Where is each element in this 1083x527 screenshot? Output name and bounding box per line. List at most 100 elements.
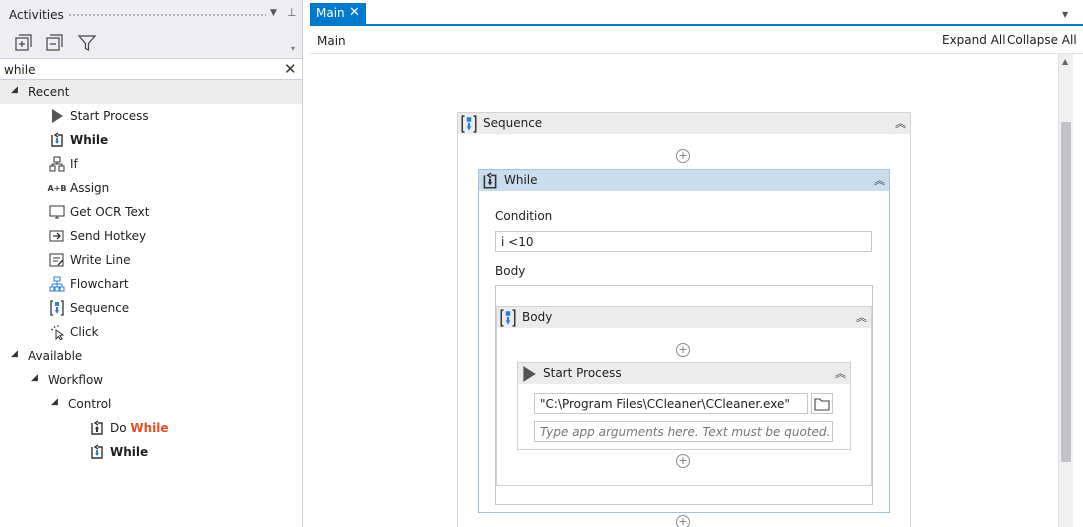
write-line-icon bbox=[48, 251, 66, 269]
activities-panel: Activities ▼ ⊥ ▾ ✕ ◢ Recent Start Proces… bbox=[0, 0, 303, 527]
tree-item-label: Flowchart bbox=[70, 277, 129, 291]
ocr-icon bbox=[48, 203, 66, 221]
sequence-icon bbox=[499, 309, 517, 327]
document-tab-bar: Main ✕ ▼ bbox=[310, 0, 1083, 26]
filter-icon[interactable] bbox=[77, 33, 97, 53]
tree-group-label: Control bbox=[68, 397, 112, 411]
tree-item-label: Assign bbox=[70, 181, 110, 195]
tree-item-label: Send Hotkey bbox=[70, 229, 147, 243]
close-tab-icon[interactable]: ✕ bbox=[349, 5, 360, 20]
body-title: Body bbox=[522, 310, 553, 324]
body-label: Body bbox=[495, 264, 526, 278]
start-process-header[interactable]: Start Process ︽ bbox=[518, 363, 850, 384]
expand-arrow-icon[interactable]: ◢ bbox=[51, 397, 58, 407]
workflow-designer: Main ✕ ▼ Main Expand All Collapse All ▲ … bbox=[310, 0, 1083, 527]
expand-arrow-icon[interactable]: ◢ bbox=[11, 349, 18, 359]
arguments-input[interactable]: Type app arguments here. Text must be qu… bbox=[534, 421, 833, 442]
flowchart-icon bbox=[48, 275, 66, 293]
activities-title: Activities bbox=[9, 8, 64, 22]
sequence-icon bbox=[460, 115, 478, 133]
tree-group-available[interactable]: ◢ Available bbox=[0, 344, 302, 368]
search-input[interactable] bbox=[4, 61, 274, 78]
collapse-chevron-icon[interactable]: ︽ bbox=[856, 309, 867, 325]
while-loop-icon bbox=[48, 131, 66, 149]
condition-label: Condition bbox=[495, 209, 553, 223]
add-activity-plus-icon[interactable]: + bbox=[676, 343, 690, 357]
tree-item-label: While bbox=[70, 133, 109, 147]
scroll-up-icon[interactable]: ▲ bbox=[1062, 57, 1068, 66]
while-loop-icon bbox=[481, 172, 499, 190]
tree-item-do-while[interactable]: Do While bbox=[0, 416, 302, 440]
play-icon bbox=[48, 107, 66, 125]
tree-item-label: Write Line bbox=[70, 253, 131, 267]
collapse-all-icon[interactable] bbox=[44, 33, 64, 53]
tree-group-control[interactable]: ◢ Control bbox=[0, 392, 302, 416]
collapse-chevron-icon[interactable]: ︽ bbox=[874, 172, 885, 188]
panel-menu-icon[interactable]: ▼ bbox=[270, 8, 277, 18]
toolbar-overflow-icon[interactable]: ▾ bbox=[291, 44, 295, 53]
expand-all-icon[interactable] bbox=[13, 33, 33, 53]
tree-item-label: Sequence bbox=[70, 301, 130, 315]
while-loop-icon bbox=[88, 443, 106, 461]
tree-item-if[interactable]: If bbox=[0, 152, 302, 176]
while-header[interactable]: While ︽ bbox=[479, 170, 889, 191]
collapse-all-link[interactable]: Collapse All bbox=[1007, 33, 1077, 47]
file-path-input[interactable]: "C:\Program Files\CCleaner\CCleaner.exe" bbox=[534, 393, 808, 414]
tree-group-label: Available bbox=[28, 349, 83, 363]
activities-toolbar: ▾ bbox=[0, 28, 302, 58]
body-header[interactable]: Body ︽ bbox=[497, 307, 871, 328]
tab-list-dropdown-icon[interactable]: ▼ bbox=[1062, 10, 1068, 19]
tree-item-while[interactable]: While bbox=[0, 128, 302, 152]
drag-grip[interactable] bbox=[68, 13, 266, 18]
tree-item-label: Do While bbox=[110, 421, 169, 435]
collapse-chevron-icon[interactable]: ︽ bbox=[835, 365, 846, 381]
tree-item-label: Get OCR Text bbox=[70, 205, 150, 219]
tree-item-write-line[interactable]: Write Line bbox=[0, 248, 302, 272]
activities-search: ✕ bbox=[0, 58, 302, 80]
while-title: While bbox=[504, 173, 538, 187]
start-process-title: Start Process bbox=[543, 366, 622, 380]
scrollbar-thumb[interactable] bbox=[1061, 122, 1071, 462]
tab-main[interactable]: Main ✕ bbox=[310, 3, 366, 24]
tree-item-click[interactable]: Click bbox=[0, 320, 302, 344]
hotkey-icon bbox=[48, 227, 66, 245]
tree-item-get-ocr-text[interactable]: Get OCR Text bbox=[0, 200, 302, 224]
tree-group-label: Recent bbox=[28, 85, 70, 99]
collapse-chevron-icon[interactable]: ︽ bbox=[895, 115, 906, 131]
sequence-icon bbox=[48, 299, 66, 317]
sequence-header[interactable]: Sequence ︽ bbox=[458, 113, 910, 134]
tree-item-start-process[interactable]: Start Process bbox=[0, 104, 302, 128]
expand-all-link[interactable]: Expand All bbox=[942, 33, 1006, 47]
tree-item-sequence[interactable]: Sequence bbox=[0, 296, 302, 320]
tree-group-label: Workflow bbox=[48, 373, 104, 387]
sequence-title: Sequence bbox=[483, 116, 543, 130]
tree-group-workflow[interactable]: ◢ Workflow bbox=[0, 368, 302, 392]
play-icon bbox=[520, 365, 538, 383]
breadcrumb[interactable]: Main bbox=[317, 34, 346, 48]
tree-item-while-control[interactable]: While bbox=[0, 440, 302, 464]
expand-arrow-icon[interactable]: ◢ bbox=[11, 85, 18, 95]
tab-label: Main bbox=[316, 6, 345, 20]
tree-item-label: While bbox=[110, 445, 149, 459]
add-activity-plus-icon[interactable]: + bbox=[676, 515, 690, 527]
click-icon bbox=[48, 323, 66, 341]
tree-item-label: Start Process bbox=[70, 109, 149, 123]
clear-search-icon[interactable]: ✕ bbox=[284, 60, 297, 78]
pin-icon[interactable]: ⊥ bbox=[287, 6, 297, 19]
do-while-icon bbox=[88, 419, 106, 437]
add-activity-plus-icon[interactable]: + bbox=[676, 454, 690, 468]
tree-item-label: Click bbox=[70, 325, 99, 339]
add-activity-plus-icon[interactable]: + bbox=[676, 149, 690, 163]
tree-item-label: If bbox=[70, 157, 78, 171]
tree-item-assign[interactable]: A+B Assign bbox=[0, 176, 302, 200]
activities-title-bar: Activities ▼ ⊥ bbox=[0, 0, 302, 28]
assign-icon: A+B bbox=[47, 183, 67, 193]
browse-folder-icon[interactable] bbox=[811, 393, 833, 414]
breadcrumb-bar: Main Expand All Collapse All bbox=[310, 28, 1083, 54]
tree-item-flowchart[interactable]: Flowchart bbox=[0, 272, 302, 296]
expand-arrow-icon[interactable]: ◢ bbox=[31, 373, 38, 383]
tree-item-send-hotkey[interactable]: Send Hotkey bbox=[0, 224, 302, 248]
tree-group-recent[interactable]: ◢ Recent bbox=[0, 80, 302, 104]
condition-input[interactable]: i <10 bbox=[495, 231, 872, 252]
vertical-scrollbar[interactable]: ▲ bbox=[1058, 54, 1073, 527]
